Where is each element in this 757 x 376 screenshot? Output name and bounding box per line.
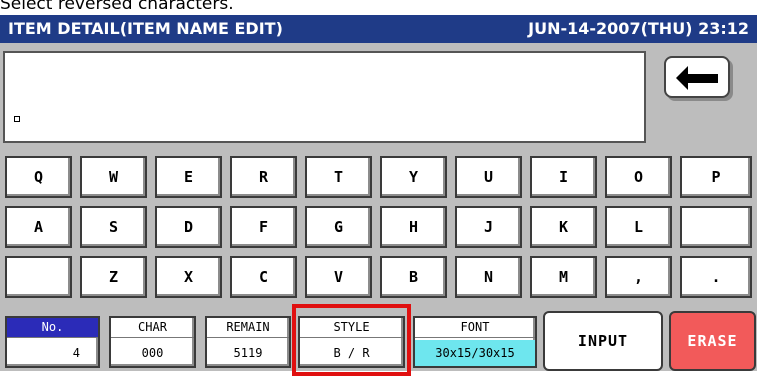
- no-field: No. 4: [5, 316, 100, 368]
- key-j[interactable]: J: [455, 206, 522, 248]
- back-arrow-icon: [676, 66, 718, 90]
- no-label: No.: [7, 318, 98, 338]
- key-e[interactable]: E: [155, 156, 222, 198]
- key-period[interactable]: .: [680, 256, 752, 298]
- key-n[interactable]: N: [455, 256, 522, 298]
- remain-field: REMAIN 5119: [205, 316, 291, 368]
- char-label: CHAR: [111, 318, 194, 338]
- key-t[interactable]: T: [305, 156, 372, 198]
- date-time: JUN-14-2007(THU) 23:12: [528, 19, 749, 38]
- key-comma[interactable]: ,: [605, 256, 672, 298]
- text-cursor: [14, 116, 20, 122]
- erase-button[interactable]: ERASE: [669, 311, 756, 371]
- key-x[interactable]: X: [155, 256, 222, 298]
- key-blank-r3[interactable]: [5, 256, 72, 298]
- key-m[interactable]: M: [530, 256, 597, 298]
- key-q[interactable]: Q: [5, 156, 72, 198]
- key-l[interactable]: L: [605, 206, 672, 248]
- back-button[interactable]: [664, 56, 730, 98]
- key-v[interactable]: V: [305, 256, 372, 298]
- key-u[interactable]: U: [455, 156, 522, 198]
- key-s[interactable]: S: [80, 206, 147, 248]
- remain-label: REMAIN: [207, 318, 289, 338]
- item-name-text-area[interactable]: [3, 51, 646, 143]
- key-blank-r2[interactable]: [680, 206, 752, 248]
- screen-title: ITEM DETAIL(ITEM NAME EDIT): [8, 19, 283, 38]
- char-value: 000: [141, 346, 164, 360]
- key-d[interactable]: D: [155, 206, 222, 248]
- key-o[interactable]: O: [605, 156, 672, 198]
- no-value: 4: [72, 346, 80, 360]
- key-b[interactable]: B: [380, 256, 447, 298]
- key-i[interactable]: I: [530, 156, 597, 198]
- char-field: CHAR 000: [109, 316, 196, 368]
- key-p[interactable]: P: [680, 156, 752, 198]
- font-button[interactable]: FONT 30x15/30x15: [413, 316, 537, 368]
- key-w[interactable]: W: [80, 156, 147, 198]
- remain-value: 5119: [233, 346, 263, 360]
- font-value: 30x15/30x15: [415, 340, 535, 366]
- key-h[interactable]: H: [380, 206, 447, 248]
- key-c[interactable]: C: [230, 256, 297, 298]
- key-k[interactable]: K: [530, 206, 597, 248]
- key-z[interactable]: Z: [80, 256, 147, 298]
- key-r[interactable]: R: [230, 156, 297, 198]
- title-bar: ITEM DETAIL(ITEM NAME EDIT) JUN-14-2007(…: [0, 15, 757, 43]
- key-f[interactable]: F: [230, 206, 297, 248]
- key-y[interactable]: Y: [380, 156, 447, 198]
- keyboard: Q W E R T Y U I O P A S D F G H J K L Z …: [0, 155, 757, 305]
- input-button[interactable]: INPUT: [543, 311, 663, 371]
- highlight-frame: [292, 304, 411, 376]
- key-a[interactable]: A: [5, 206, 72, 248]
- font-label: FONT: [415, 318, 535, 338]
- instruction-caption: Select reversed characters.: [0, 0, 234, 14]
- key-g[interactable]: G: [305, 206, 372, 248]
